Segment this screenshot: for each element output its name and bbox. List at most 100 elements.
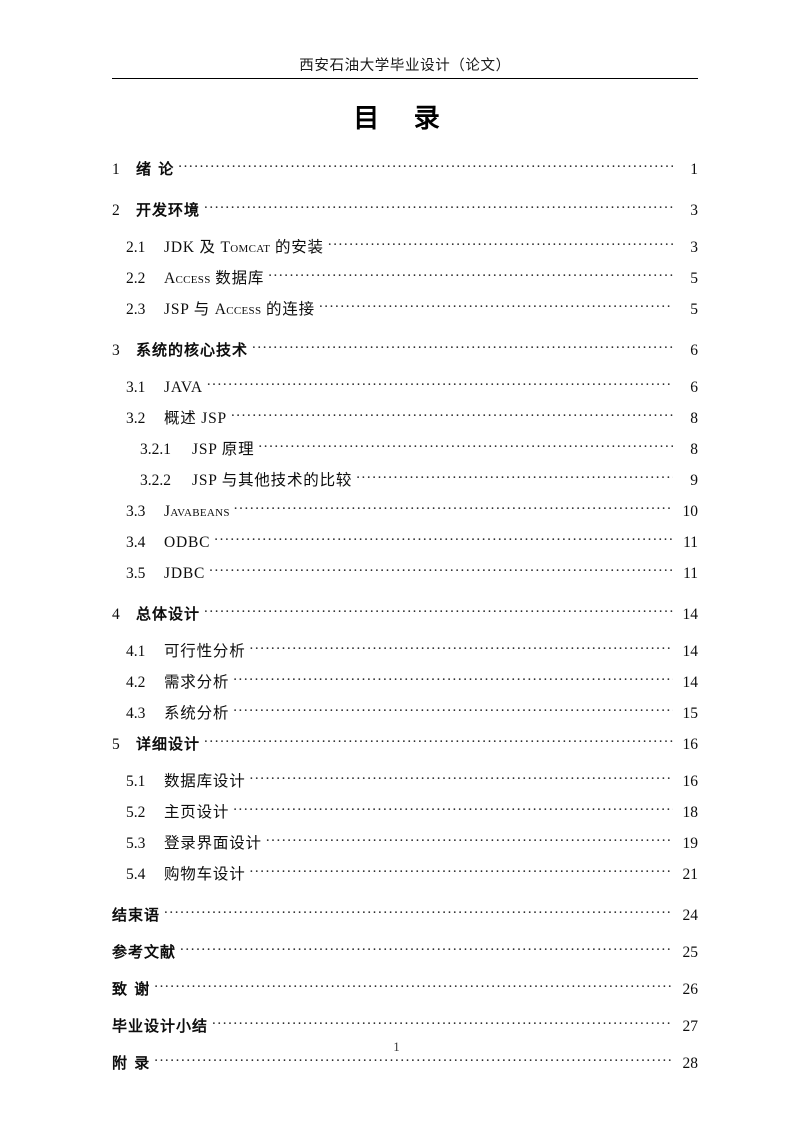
toc-leader-dots [250,859,673,879]
toc-entry-label: 系统的核心技术 [136,341,249,359]
toc-entry-page: 5 [690,270,698,287]
toc-entry-page: 8 [690,410,698,427]
toc-entry[interactable]: 参考文献 25 [112,937,698,968]
toc-entry-number: 5.2 [126,804,146,821]
toc-entry[interactable]: 5.2 主页设计 18 [112,797,698,828]
toc-entry-number: 5.1 [126,773,146,790]
toc-leader-dots [356,465,673,485]
toc-entry[interactable]: 5.1 数据库设计 16 [112,766,698,797]
toc-entry-number: 3.1 [126,379,146,396]
toc-entry-number: 4.2 [126,674,146,691]
toc-leader-dots [233,667,673,687]
toc-entry-page: 1 [690,161,698,178]
toc-entry-number: 5.4 [126,866,146,883]
toc-entry-label: JSP 与其他技术的比较 [192,472,353,489]
toc-entry-label: 概述 JSP [164,410,227,427]
toc-entry-label: 参考文献 [112,943,177,961]
toc-entry-label: JAVA [164,379,203,396]
running-header-title: 西安石油大学毕业设计（论文） [299,58,511,74]
toc-entry[interactable]: 3 系统的核心技术 6 [112,335,698,366]
toc-entry-page: 28 [682,1055,699,1072]
toc-entry[interactable]: 结束语 24 [112,900,698,931]
toc-entry[interactable]: 2 开发环境 3 [112,195,698,226]
toc-entry-label: 购物车设计 [164,866,246,883]
toc-entry-label: 详细设计 [136,735,201,753]
toc-leader-dots [250,766,673,786]
toc-entry-number: 4.1 [126,643,146,660]
toc-entry-page: 8 [690,441,698,458]
toc-entry[interactable]: 1 绪 论 1 [112,154,698,185]
toc-entry-number: 1 [112,161,120,178]
toc-entry-label: Access 数据库 [164,270,265,287]
header-rule [112,78,698,79]
toc-entry-label: 致 谢 [112,980,151,998]
toc-entry-number: 2.1 [126,239,146,256]
table-of-contents: 1 绪 论 1 2 开发环境 3 2.1 JDK 及 Tomcat 的安装 3 2.2 Access… [112,154,698,1079]
toc-entry-page: 21 [682,866,699,883]
toc-entry-page: 25 [682,944,699,961]
toc-leader-dots [268,263,673,283]
toc-entry-number: 3.2 [126,410,146,427]
toc-leader-dots [252,335,673,355]
toc-entry-page: 3 [690,202,698,219]
toc-entry[interactable]: 5 详细设计 16 [112,729,698,760]
toc-entry[interactable]: 5.4 购物车设计 21 [112,859,698,890]
toc-entry[interactable]: 4 总体设计 14 [112,599,698,630]
toc-entry[interactable]: 3.2.2 JSP 与其他技术的比较 9 [112,465,698,496]
toc-entry[interactable]: 致 谢 26 [112,974,698,1005]
toc-entry[interactable]: 2.2 Access 数据库 5 [112,263,698,294]
toc-entry-number: 3.3 [126,503,146,520]
toc-entry[interactable]: 毕业设计小结 27 [112,1011,698,1042]
toc-entry-label: 开发环境 [136,201,201,219]
toc-entry-number: 3.4 [126,534,146,551]
footer-page-number: 1 [393,1040,400,1054]
toc-leader-dots [164,900,673,920]
toc-entry-number: 2.2 [126,270,146,287]
toc-entry[interactable]: 2.1 JDK 及 Tomcat 的安装 3 [112,232,698,263]
toc-entry[interactable]: 3.2.1 JSP 原理 8 [112,434,698,465]
toc-entry-label: 系统分析 [164,705,230,722]
toc-entry-page: 24 [682,907,699,924]
running-header: 西安石油大学毕业设计（论文） [112,56,698,79]
toc-entry-page: 18 [682,804,699,821]
toc-entry-label: JSP 与 Access 的连接 [164,301,315,318]
toc-entry-page: 16 [682,736,699,753]
toc-entry-page: 14 [682,606,699,623]
toc-entry[interactable]: 5.3 登录界面设计 19 [112,828,698,859]
toc-leader-dots [233,698,673,718]
toc-entry[interactable]: 2.3 JSP 与 Access 的连接 5 [112,294,698,325]
toc-entry[interactable]: 3.3 Javabeans 10 [112,496,698,527]
toc-entry-page: 11 [683,534,698,551]
toc-entry-number: 3.2.1 [140,441,171,458]
toc-entry[interactable]: 4.3 系统分析 15 [112,698,698,729]
toc-entry[interactable]: 3.5 JDBC 11 [112,558,698,589]
toc-entry[interactable]: 3.2 概述 JSP 8 [112,403,698,434]
toc-entry-page: 9 [690,472,698,489]
toc-entry-label: 数据库设计 [164,773,246,790]
toc-entry-number: 4 [112,606,120,623]
toc-entry-page: 6 [690,342,698,359]
toc-entry[interactable]: 3.4 ODBC 11 [112,527,698,558]
toc-entry-page: 5 [690,301,698,318]
toc-entry-number: 3.5 [126,565,146,582]
toc-entry[interactable]: 4.1 可行性分析 14 [112,636,698,667]
toc-entry-number: 3.2.2 [140,472,171,489]
toc-leader-dots [204,599,673,619]
toc-entry-number: 5 [112,736,120,753]
toc-leader-dots [258,434,673,454]
toc-entry-page: 6 [690,379,698,396]
toc-entry-number: 2.3 [126,301,146,318]
toc-entry[interactable]: 4.2 需求分析 14 [112,667,698,698]
toc-entry-label: 主页设计 [164,804,230,821]
toc-entry-page: 27 [682,1018,699,1035]
toc-leader-dots [204,195,673,215]
toc-leader-dots [328,232,673,252]
toc-leader-dots [178,154,673,174]
toc-entry[interactable]: 3.1 JAVA 6 [112,372,698,403]
toc-entry-label: 可行性分析 [164,643,246,660]
toc-leader-dots [319,294,673,314]
toc-entry-label: JSP 原理 [192,441,255,458]
page-title: 目 录 [353,104,454,133]
toc-entry-number: 4.3 [126,705,146,722]
toc-leader-dots [154,974,673,994]
